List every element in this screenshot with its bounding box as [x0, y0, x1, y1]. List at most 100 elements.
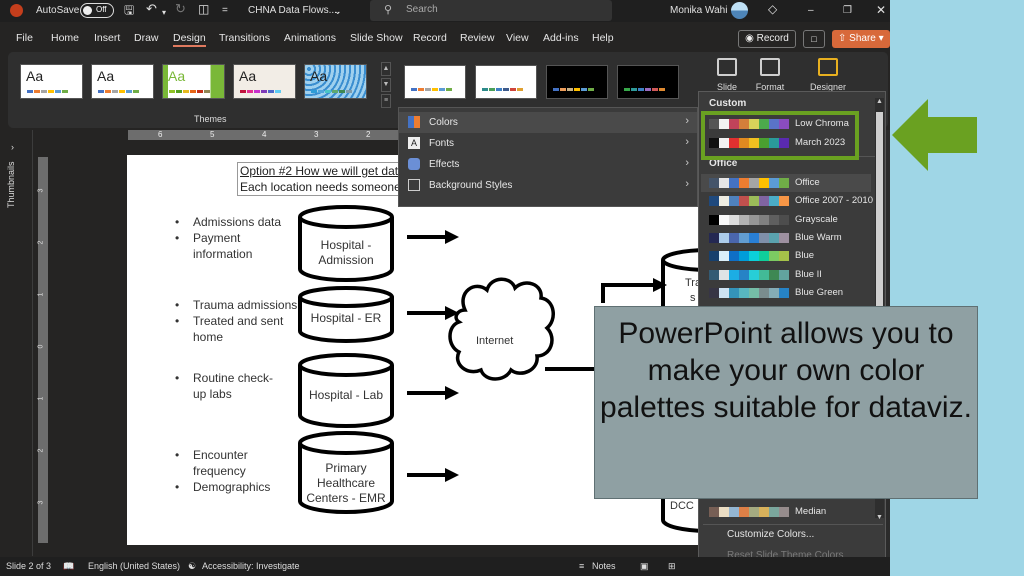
close-icon[interactable]: ✕ [876, 2, 886, 18]
swatch [759, 214, 769, 225]
color-palette-option[interactable]: Blue Green [701, 284, 871, 302]
tab-design[interactable]: Design [173, 32, 206, 47]
menu-item-effects[interactable]: Effects › [399, 154, 697, 175]
ruler-tick-label: 2 [37, 448, 45, 453]
section-divider [703, 524, 883, 525]
color-palette-option[interactable]: Blue Warm [701, 229, 871, 247]
restore-icon[interactable]: ❐ [843, 3, 852, 19]
gallery-scroll-down[interactable]: ▼ [381, 78, 391, 92]
slide-size-button[interactable]: Slide [705, 58, 749, 92]
variant-thumbnail[interactable] [617, 65, 679, 99]
notes-icon[interactable]: ≡ [579, 561, 584, 571]
accessibility-status[interactable]: Accessibility: Investigate [202, 561, 300, 571]
avatar[interactable] [731, 2, 748, 19]
color-palette-option[interactable]: Blue [701, 247, 871, 265]
customize-colors-link[interactable]: Customize Colors... [727, 529, 814, 540]
color-palette-option[interactable]: Office [701, 174, 871, 192]
color-palette-option[interactable]: Blue II [701, 266, 871, 284]
tab-help[interactable]: Help [592, 32, 614, 44]
save-icon[interactable]: 🖫 [124, 2, 134, 18]
share-icon: ⇧ [838, 33, 850, 44]
undo-icon[interactable]: ↶ [146, 1, 157, 17]
tab-insert[interactable]: Insert [94, 32, 120, 44]
tab-transitions[interactable]: Transitions [219, 32, 270, 44]
thumbnails-label[interactable]: Thumbnails [6, 161, 16, 208]
theme-thumbnail[interactable]: Aa [304, 64, 367, 99]
variant-swatches [411, 88, 452, 91]
themes-group-label: Themes [194, 114, 227, 124]
variant-thumbnail[interactable] [546, 65, 608, 99]
menu-item-fonts[interactable]: A Fonts › [399, 133, 697, 154]
share-button[interactable]: ⇧ Share ▾ [832, 30, 890, 48]
tab-draw[interactable]: Draw [134, 32, 159, 44]
scroll-up-icon[interactable]: ▲ [875, 98, 884, 105]
tab-home[interactable]: Home [51, 32, 79, 44]
swatch [769, 196, 779, 207]
tab-add-ins[interactable]: Add-ins [543, 32, 579, 44]
title-chevron-down-icon[interactable]: ⌄ [334, 3, 342, 19]
document-title[interactable]: CHNA Data Flows.... [248, 3, 340, 19]
bullet-item: Trauma admissions [175, 297, 297, 313]
variant-thumbnail[interactable] [404, 65, 466, 99]
spelling-icon[interactable]: 📖 [63, 561, 74, 572]
tab-record[interactable]: Record [413, 32, 447, 44]
record-button[interactable]: ◉ Record [738, 30, 796, 48]
search-input[interactable]: ⚲ Search [370, 0, 612, 21]
slide-sorter-icon[interactable]: ⊞ [668, 561, 676, 572]
swatch [652, 88, 658, 91]
menu-item-background-styles[interactable]: Background Styles › [399, 175, 697, 196]
scroll-thumb[interactable] [876, 112, 883, 312]
palette-swatches [709, 178, 789, 188]
variant-thumbnail[interactable] [475, 65, 537, 99]
tab-slide-show[interactable]: Slide Show [350, 32, 403, 44]
theme-thumbnail[interactable]: Aa [233, 64, 296, 99]
autosave-toggle[interactable]: Off [80, 3, 114, 18]
swatch [769, 214, 779, 225]
undo-dropdown-icon[interactable]: ▾ [162, 5, 166, 21]
tab-animations[interactable]: Animations [284, 32, 336, 44]
palette-name: Median [795, 506, 827, 517]
notes-button[interactable]: Notes [592, 561, 616, 571]
customize-toolbar-icon[interactable]: = [222, 3, 228, 19]
swatch [709, 507, 719, 517]
swatch [749, 251, 759, 262]
designer-button[interactable]: Designer [806, 58, 850, 92]
expand-chevron-icon[interactable]: › [11, 142, 14, 152]
gallery-scroll-up[interactable]: ▲ [381, 62, 391, 76]
user-name[interactable]: Monika Wahi [670, 3, 727, 19]
swatch [709, 196, 719, 207]
title-bar: AutoSave Off 🖫 ↶ ▾ ↻ ◫ = CHNA Data Flows… [0, 0, 890, 22]
theme-thumbnail[interactable]: Aa [91, 64, 154, 99]
palette-name: Office 2007 - 2010 [795, 195, 873, 207]
color-palette-option[interactable]: Grayscale [701, 211, 871, 229]
format-background-button[interactable]: Format [748, 58, 792, 92]
accessibility-icon[interactable]: ☯ [188, 561, 196, 572]
swatch [247, 90, 253, 93]
color-palette-option[interactable]: Median [701, 503, 871, 521]
swatch [567, 88, 573, 91]
normal-view-icon[interactable]: ▣ [640, 561, 649, 572]
redo-icon[interactable]: ↻ [175, 1, 186, 17]
language-status[interactable]: English (United States) [88, 561, 180, 571]
theme-swatches [240, 90, 281, 93]
present-icon[interactable]: ◫ [198, 1, 209, 17]
gallery-more[interactable]: ≡ [381, 94, 391, 108]
palette-swatches [709, 507, 789, 517]
theme-thumbnail[interactable]: Aa [162, 64, 225, 99]
custom-palettes-highlight [701, 111, 859, 160]
premium-diamond-icon[interactable]: ◇ [768, 1, 777, 17]
color-palette-option[interactable]: Office 2007 - 2010 [701, 192, 873, 210]
swatch [769, 178, 779, 188]
swatch [517, 88, 523, 91]
minimize-icon[interactable]: – [808, 3, 814, 19]
tab-review[interactable]: Review [460, 32, 494, 44]
menu-item-colors[interactable]: Colors › [399, 112, 697, 133]
swatch [339, 90, 345, 93]
tab-view[interactable]: View [506, 32, 529, 44]
share-dropdown-icon[interactable]: ▾ [879, 33, 884, 44]
comments-button[interactable]: □ [803, 30, 825, 48]
theme-thumbnail[interactable]: Aa [20, 64, 83, 99]
chevron-right-icon: › [685, 115, 689, 127]
tab-file[interactable]: File [16, 32, 33, 44]
scroll-down-icon[interactable]: ▼ [875, 514, 884, 521]
